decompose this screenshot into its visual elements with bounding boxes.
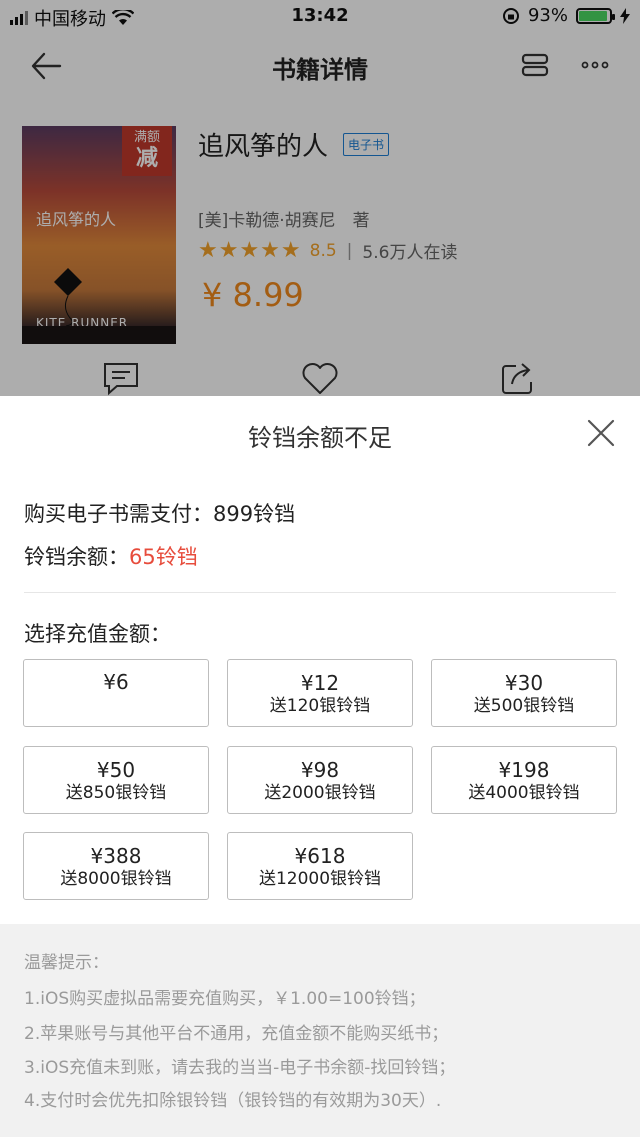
choose-amount-label: 选择充值金额： xyxy=(24,622,171,646)
divider xyxy=(24,592,616,593)
recharge-option[interactable]: ¥30 送500银铃铛 xyxy=(431,659,617,727)
tips-panel: 温馨提示： 1.iOS购买虚拟品需要充值购买，￥1.00=100铃铛； 2.苹果… xyxy=(0,924,640,1137)
recharge-option[interactable]: ¥98 送2000银铃铛 xyxy=(227,746,413,814)
dim-overlay[interactable] xyxy=(0,0,640,396)
recharge-option[interactable]: ¥198 送4000银铃铛 xyxy=(431,746,617,814)
tips-heading: 温馨提示： xyxy=(24,953,109,973)
current-balance: 铃铛余额：65铃铛 xyxy=(24,545,198,569)
balance-amount: 65铃铛 xyxy=(129,545,198,569)
recharge-option[interactable]: ¥50 送850银铃铛 xyxy=(23,746,209,814)
insufficient-balance-sheet: 铃铛余额不足 购买电子书需支付：899铃铛 铃铛余额：65铃铛 选择充值金额： … xyxy=(0,396,640,1137)
payment-amount: 899铃铛 xyxy=(213,502,296,526)
close-icon[interactable] xyxy=(586,418,616,448)
recharge-option[interactable]: ¥388 送8000银铃铛 xyxy=(23,832,209,900)
tip-item: 3.iOS充值未到账，请去我的当当-电子书余额-找回铃铛； xyxy=(24,1058,456,1078)
sheet-title: 铃铛余额不足 xyxy=(248,424,392,452)
payment-required: 购买电子书需支付：899铃铛 xyxy=(24,502,296,526)
tip-item: 1.iOS购买虚拟品需要充值购买，￥1.00=100铃铛； xyxy=(24,989,426,1009)
recharge-option[interactable]: ¥6 xyxy=(23,659,209,727)
recharge-option[interactable]: ¥618 送12000银铃铛 xyxy=(227,832,413,900)
tip-item: 2.苹果账号与其他平台不通用，充值金额不能购买纸书； xyxy=(24,1024,449,1044)
tip-item: 4.支付时会优先扣除银铃铛（银铃铛的有效期为30天）. xyxy=(24,1091,442,1111)
recharge-option[interactable]: ¥12 送120银铃铛 xyxy=(227,659,413,727)
